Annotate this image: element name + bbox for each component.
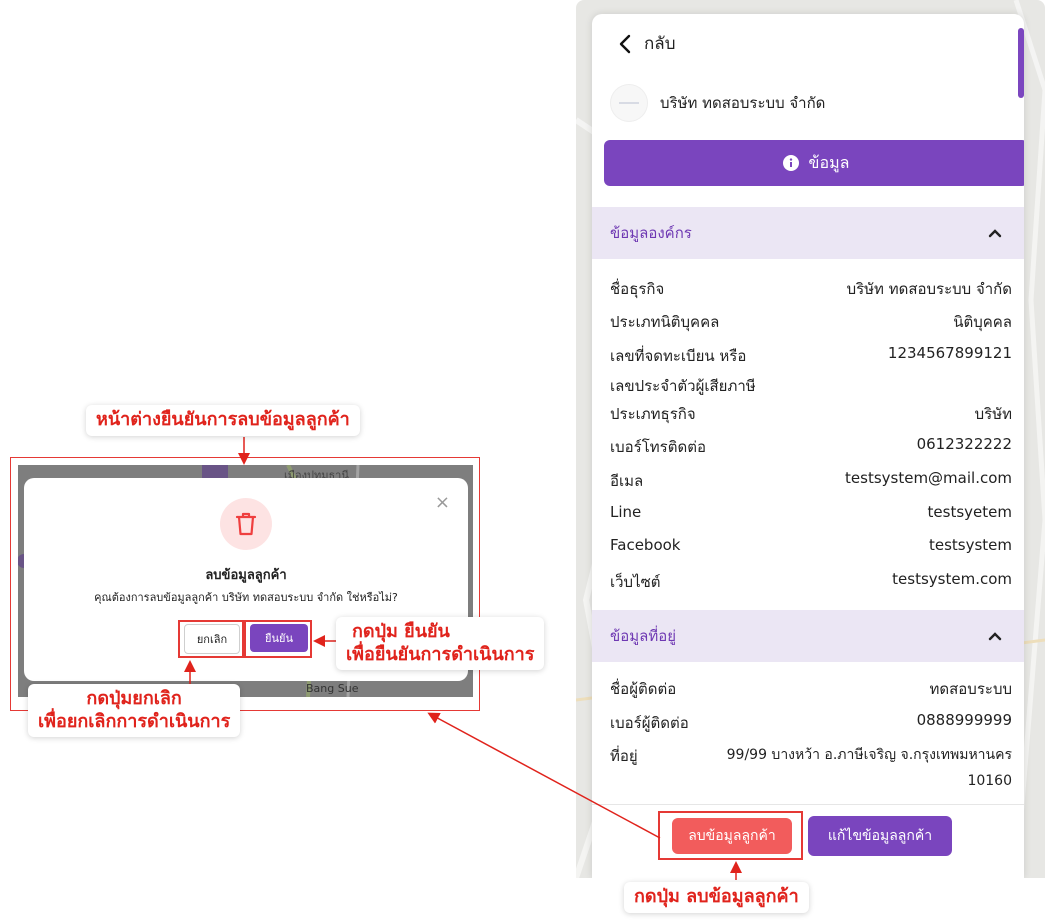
confirm-hint-callout: กดปุ่ม ยืนยัน เพื่อยืนยันการดำเนินการ xyxy=(336,617,545,670)
cancel-hint-line2: เพื่อยกเลิกการดำเนินการ xyxy=(38,710,231,732)
cancel-hint-line1: กดปุ่มยกเลิก xyxy=(86,688,182,709)
confirm-hint-line1: กดปุ่ม ยืนยัน xyxy=(352,621,450,642)
modal-caption-callout: หน้าต่างยืนยันการลบข้อมูลลูกค้า xyxy=(86,405,360,436)
cancel-hint-callout: กดปุ่มยกเลิก เพื่อยกเลิกการดำเนินการ xyxy=(28,684,241,737)
delete-hint-callout: กดปุ่ม ลบข้อมูลลูกค้า xyxy=(624,882,809,913)
confirm-hint-line2: เพื่อยืนยันการดำเนินการ xyxy=(346,643,535,665)
annotation-arrows xyxy=(184,437,742,880)
